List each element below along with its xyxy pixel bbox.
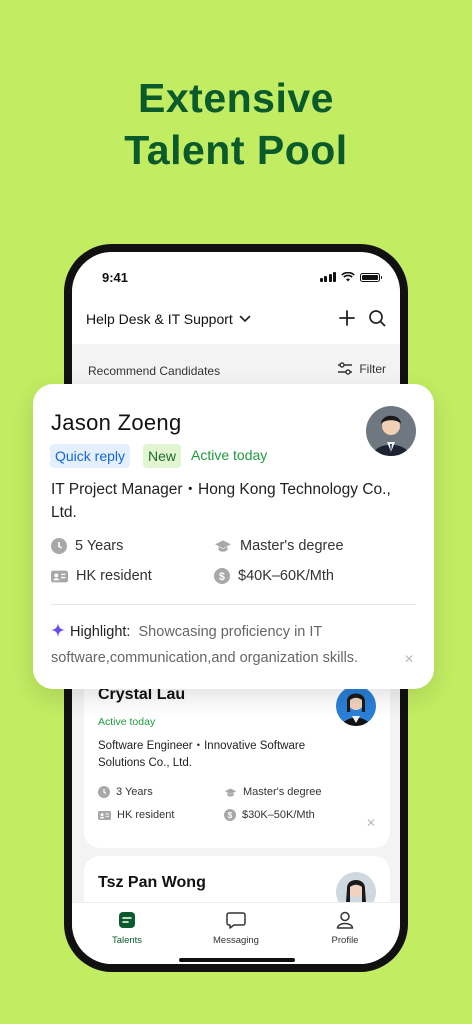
highlight-label: Highlight:	[70, 624, 131, 640]
svg-text:$: $	[219, 571, 225, 583]
battery-icon	[360, 273, 382, 282]
tab-profile[interactable]: Profile	[300, 911, 390, 946]
candidate-experience: 3 Years	[98, 786, 153, 798]
candidate-card[interactable]: Crystal Lau Active today Software Engine…	[84, 662, 390, 848]
tab-messaging-label: Messaging	[213, 935, 259, 946]
new-badge: New	[143, 444, 182, 468]
featured-experience: 5 Years	[51, 538, 123, 554]
filter-button[interactable]: Filter	[337, 362, 386, 376]
job-title: Help Desk & IT Support	[86, 311, 233, 327]
card-divider	[51, 604, 416, 605]
sparkle-icon	[51, 623, 65, 637]
id-card-icon	[51, 570, 68, 582]
clock-icon	[51, 538, 67, 554]
headline: Extensive Talent Pool	[0, 72, 472, 176]
status-icons	[319, 272, 382, 282]
experience-text: 3 Years	[116, 786, 153, 798]
candidate-residency: HK resident	[98, 809, 174, 821]
candidate-salary: $ $30K–50K/Mth	[224, 809, 315, 821]
featured-salary: $ $40K–60K/Mth	[214, 568, 334, 584]
tab-profile-label: Profile	[331, 935, 359, 946]
candidate-company: Software Engineer・Innovative Software So…	[98, 740, 306, 769]
residency-text: HK resident	[117, 809, 175, 821]
tab-talents-label: Talents	[111, 935, 143, 946]
close-icon[interactable]: ✕	[404, 652, 414, 666]
plus-icon[interactable]	[338, 309, 356, 327]
job-selector[interactable]: Help Desk & IT Support	[86, 311, 251, 327]
id-card-icon	[98, 810, 111, 820]
dollar-icon: $	[224, 809, 236, 821]
education-text: Master's degree	[240, 538, 344, 554]
candidate-name: Tsz Pan Wong	[98, 874, 206, 891]
tab-messaging[interactable]: Messaging	[191, 911, 281, 946]
candidate-avatar	[336, 686, 376, 726]
education-text: Master's degree	[243, 786, 322, 798]
featured-name: Jason Zoeng	[51, 410, 182, 435]
featured-residency: HK resident	[51, 568, 152, 584]
talents-icon	[119, 912, 135, 928]
highlight: Highlight: Showcasing proficiency in IT …	[51, 619, 401, 671]
svg-text:$: $	[228, 811, 233, 820]
nav-actions	[338, 309, 386, 327]
search-icon[interactable]	[368, 309, 386, 327]
residency-text: HK resident	[76, 568, 152, 584]
messaging-icon	[226, 912, 246, 929]
tab-talents[interactable]: Talents	[82, 911, 172, 946]
featured-education: Master's degree	[214, 538, 344, 554]
navbar: Help Desk & IT Support	[72, 296, 400, 344]
candidate-activity: Active today	[98, 716, 156, 728]
salary-text: $30K–50K/Mth	[242, 809, 315, 821]
profile-icon	[336, 911, 354, 929]
headline-line-2: Talent Pool	[124, 127, 348, 173]
filter-icon	[338, 362, 353, 375]
salary-text: $40K–60K/Mth	[238, 568, 334, 584]
status-time: 9:41	[102, 270, 129, 285]
home-indicator	[179, 958, 295, 962]
headline-line-1: Extensive	[138, 75, 334, 121]
wifi-icon	[341, 272, 355, 282]
chevron-down-icon	[239, 315, 251, 323]
graduation-cap-icon	[215, 540, 231, 552]
featured-activity: Active today	[191, 447, 268, 463]
graduation-cap-icon	[224, 787, 237, 797]
featured-avatar	[366, 406, 416, 456]
quick-reply-badge: Quick reply	[50, 444, 131, 468]
experience-text: 5 Years	[75, 538, 124, 554]
filter-label: Filter	[359, 362, 386, 376]
clock-icon	[98, 786, 110, 798]
candidate-education: Master's degree	[224, 786, 322, 798]
signal-icon	[319, 272, 336, 282]
tab-bar: Talents Messaging Profile	[72, 902, 400, 964]
featured-company: IT Project Manager・Hong Kong Technology …	[51, 481, 391, 521]
dollar-icon: $	[214, 568, 230, 584]
close-icon[interactable]: ✕	[366, 816, 376, 830]
status-bar: 9:41	[72, 252, 400, 296]
featured-candidate-card[interactable]: Jason Zoeng Quick reply New Active today…	[33, 384, 434, 689]
recommend-title: Recommend Candidates	[88, 364, 221, 378]
